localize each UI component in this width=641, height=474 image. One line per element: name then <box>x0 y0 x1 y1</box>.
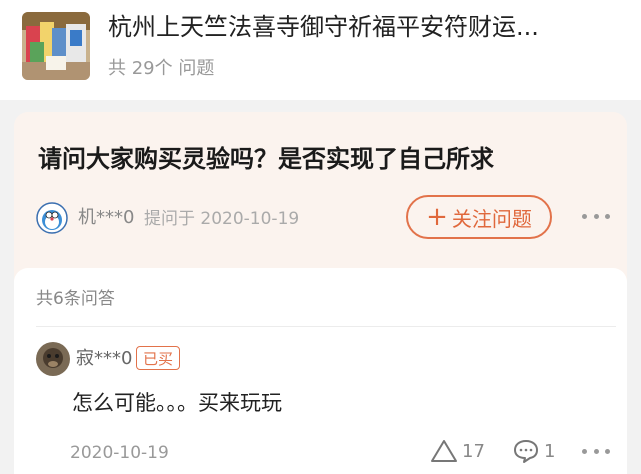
product-header[interactable]: 杭州上天竺法喜寺御守祈福平安符财运... 共 29个 问题 <box>0 0 641 100</box>
more-options-icon[interactable] <box>582 208 610 224</box>
answer-user-name[interactable]: 寂***0 <box>76 346 132 372</box>
product-title[interactable]: 杭州上天竺法喜寺御守祈福平安符财运... <box>108 10 628 44</box>
follow-question-button[interactable]: + 关注问题 <box>406 195 552 239</box>
ask-date: 提问于 2020-10-19 <box>144 209 300 229</box>
answer-text: 怎么可能。。。买来玩玩 <box>72 391 282 415</box>
product-thumbnail[interactable] <box>22 12 90 80</box>
asker-name[interactable]: 机***0 <box>78 205 134 231</box>
comment-bubble-icon <box>514 440 538 463</box>
purchased-badge: 已买 <box>136 346 181 370</box>
question-card: 请问大家购买灵验吗？是否实现了自己所求 机***0 提问于 2020-10-19… <box>14 112 627 282</box>
product-photo-icon <box>22 12 90 80</box>
cartoon-avatar-icon[interactable] <box>36 202 68 234</box>
answer-count: 共6条问答 <box>36 289 115 309</box>
divider <box>36 326 616 327</box>
comment-button[interactable]: 1 <box>512 436 555 466</box>
more-options-icon[interactable] <box>582 446 610 456</box>
plus-icon: + <box>426 202 448 232</box>
question-count: 共 29个 问题 <box>108 58 215 79</box>
like-button[interactable]: 17 <box>430 436 485 466</box>
like-count: 17 <box>462 440 485 462</box>
answers-section: 共6条问答 寂***0 已买 怎么可能。。。买来玩玩 2020-10-19 17 <box>14 268 627 474</box>
avatar[interactable] <box>36 342 70 376</box>
question-text: 请问大家购买灵验吗？是否实现了自己所求 <box>38 145 494 173</box>
comment-count: 1 <box>544 440 556 462</box>
follow-button-label: 关注问题 <box>451 206 532 231</box>
user-avatar-icon <box>36 342 70 376</box>
triangle-up-icon <box>431 440 457 462</box>
answer-date: 2020-10-19 <box>70 443 169 463</box>
